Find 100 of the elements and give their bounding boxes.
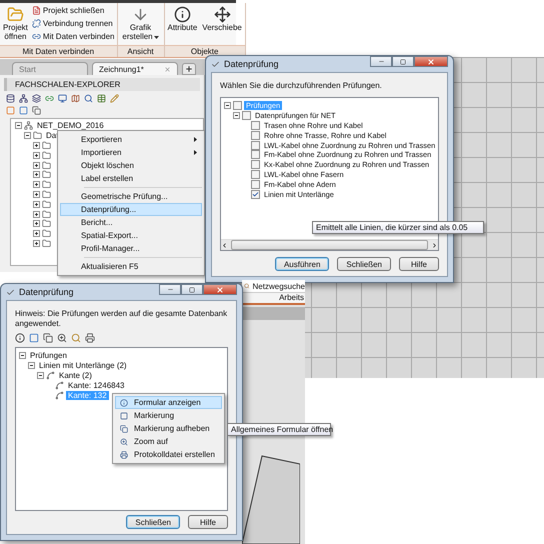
new-tab-button[interactable] bbox=[182, 63, 196, 75]
expand-icon[interactable] bbox=[33, 200, 40, 208]
collapse-icon[interactable] bbox=[224, 102, 231, 110]
collapse-icon[interactable] bbox=[15, 122, 22, 130]
menu-item[interactable]: Objekt löschen bbox=[60, 159, 202, 172]
expand-icon[interactable] bbox=[33, 142, 40, 149]
menu-item[interactable]: Markierung aufheben bbox=[115, 422, 222, 435]
tree-item[interactable]: Kante: 1246843 bbox=[66, 380, 126, 390]
expand-icon[interactable] bbox=[33, 220, 40, 228]
menu-item[interactable]: Protokolldatei erstellen bbox=[115, 448, 222, 461]
check-icon bbox=[6, 288, 15, 296]
menu-item[interactable]: Formular anzeigen bbox=[115, 396, 222, 409]
menu-item[interactable]: Spatial-Export... bbox=[60, 229, 202, 242]
collapse-icon[interactable] bbox=[19, 352, 26, 360]
checkbox[interactable] bbox=[251, 150, 260, 160]
expand-icon[interactable] bbox=[33, 152, 40, 159]
curve-icon bbox=[55, 380, 64, 390]
maximize-button[interactable] bbox=[181, 284, 203, 295]
collapse-icon[interactable] bbox=[28, 362, 35, 370]
checkbox[interactable] bbox=[251, 190, 260, 199]
expand-icon[interactable] bbox=[33, 230, 40, 238]
menu-item[interactable]: Zoom auf bbox=[115, 435, 222, 448]
checkbox[interactable] bbox=[251, 130, 260, 140]
minimize-icon bbox=[378, 58, 384, 65]
dialog-button[interactable]: Schließen bbox=[337, 257, 391, 271]
hint-text: Hinweis: Die Prüfungen werden auf die gesamte Datenbank angewendet. bbox=[15, 309, 228, 329]
network-icon bbox=[19, 94, 28, 103]
ribbon-button[interactable]: Projekt öffnen bbox=[2, 6, 29, 41]
checkbox[interactable] bbox=[251, 170, 260, 179]
network-icon bbox=[24, 121, 33, 130]
expand-icon[interactable] bbox=[33, 181, 40, 188]
close-icon[interactable] bbox=[164, 66, 171, 72]
instruction-text: Wählen Sie die durchzuführenden Prüfungen. bbox=[220, 81, 383, 91]
menu-item[interactable]: Label erstellen bbox=[60, 172, 202, 185]
ribbon-button[interactable]: Verschiebe bbox=[201, 6, 243, 32]
monitor-icon bbox=[58, 94, 67, 103]
dialog-button[interactable]: Hilfe bbox=[188, 515, 228, 529]
square-icon bbox=[29, 333, 39, 343]
ribbon-button[interactable]: Projekt schließen bbox=[32, 6, 114, 15]
tree-item[interactable]: Kante (2) bbox=[57, 370, 94, 380]
check-icon bbox=[211, 60, 220, 68]
folder-icon bbox=[42, 170, 51, 180]
tab[interactable]: Zeichnung1* bbox=[92, 62, 178, 75]
unlink-icon bbox=[32, 19, 41, 28]
minimize-button[interactable] bbox=[159, 284, 181, 295]
expand-icon[interactable] bbox=[33, 210, 40, 218]
collapse-icon[interactable] bbox=[233, 112, 240, 120]
menu-item[interactable]: Exportieren bbox=[60, 133, 202, 146]
menu-item[interactable]: Geometrische Prüfung... bbox=[60, 190, 202, 203]
caret-icon bbox=[154, 36, 159, 39]
tree-item[interactable]: NET_DEMO_2016 bbox=[35, 121, 106, 130]
checkbox[interactable] bbox=[251, 140, 260, 150]
ribbon-button[interactable]: Grafik erstellen bbox=[120, 6, 162, 41]
expand-icon[interactable] bbox=[33, 171, 40, 178]
ribbon-button[interactable]: Mit Daten verbinden bbox=[32, 32, 114, 41]
group-label: Ansicht bbox=[118, 45, 164, 57]
dialog-button[interactable]: Hilfe bbox=[399, 257, 439, 271]
menu-item[interactable]: Markierung bbox=[115, 409, 222, 422]
ribbon-button[interactable]: Attribute bbox=[166, 6, 198, 32]
panel-tab[interactable]: Netzwegsuche bbox=[242, 280, 305, 293]
search-icon bbox=[84, 94, 93, 103]
minimize-button[interactable] bbox=[370, 56, 392, 67]
checkbox[interactable] bbox=[251, 160, 260, 170]
checkbox[interactable] bbox=[251, 180, 260, 189]
pencil-icon bbox=[110, 94, 119, 103]
menu-item[interactable]: Profil-Manager... bbox=[60, 242, 202, 255]
close-button[interactable] bbox=[203, 284, 237, 295]
tree-item[interactable]: Linien mit Unterlänge (2) bbox=[37, 361, 129, 370]
checkbox[interactable] bbox=[242, 111, 251, 120]
close-button[interactable] bbox=[414, 56, 448, 67]
expand-icon[interactable] bbox=[33, 240, 40, 247]
dialog-button[interactable]: Schließen bbox=[126, 515, 180, 529]
menu-item[interactable]: Aktualisieren F5 bbox=[60, 260, 202, 273]
dialog-button[interactable]: Ausführen bbox=[274, 257, 330, 271]
expand-icon[interactable] bbox=[33, 190, 40, 198]
folder-icon bbox=[42, 210, 51, 219]
folder-icon bbox=[42, 160, 51, 170]
maximize-button[interactable] bbox=[392, 56, 414, 67]
plus-icon bbox=[185, 65, 193, 73]
expand-icon[interactable] bbox=[33, 162, 40, 169]
info-icon bbox=[174, 6, 191, 23]
collapse-icon[interactable] bbox=[37, 372, 44, 379]
checkbox[interactable] bbox=[251, 120, 260, 130]
menu-item[interactable]: Datenprüfung... bbox=[60, 203, 202, 216]
ribbon-button[interactable]: Verbindung trennen bbox=[32, 19, 114, 28]
move-icon bbox=[214, 6, 231, 23]
tree-item[interactable]: Prüfungen bbox=[28, 351, 69, 360]
printer-icon bbox=[120, 450, 128, 458]
copy-icon bbox=[32, 106, 41, 115]
folder-icon bbox=[42, 180, 51, 190]
checkbox[interactable] bbox=[233, 101, 242, 110]
menu-item[interactable]: Bericht... bbox=[60, 216, 202, 229]
menu-item[interactable]: Importieren bbox=[60, 146, 202, 159]
layers-icon bbox=[32, 94, 41, 103]
panel-caption: Arbeits bbox=[242, 293, 305, 305]
curve-icon bbox=[46, 370, 55, 380]
folder-icon bbox=[42, 200, 51, 209]
collapse-icon[interactable] bbox=[24, 132, 31, 140]
link-icon bbox=[45, 94, 54, 103]
horizontal-scrollbar[interactable] bbox=[221, 239, 438, 250]
